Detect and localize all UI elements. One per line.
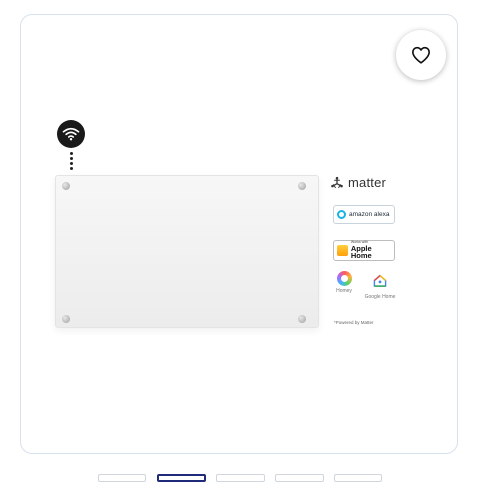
apple-home-label: Apple Home	[350, 243, 372, 261]
thumbnail[interactable]	[334, 474, 382, 482]
homey-label: Homey	[336, 288, 352, 294]
homey-icon	[336, 271, 352, 286]
mounting-bolt	[298, 182, 306, 190]
thumbnail[interactable]	[98, 474, 146, 482]
wifi-icon	[62, 127, 80, 141]
heater-panel-image	[55, 175, 319, 328]
thumbnail-active[interactable]	[157, 474, 206, 482]
alexa-badge: amazon alexa	[333, 205, 395, 224]
wifi-badge	[57, 120, 85, 148]
thumbnail[interactable]	[275, 474, 324, 482]
apple-home-icon	[337, 245, 348, 256]
mounting-bolt	[62, 315, 70, 323]
apple-home-badge: Works with Apple Home	[333, 240, 395, 261]
thumbnail[interactable]	[216, 474, 265, 482]
google-home-label: Google Home	[364, 294, 396, 300]
alexa-icon	[337, 210, 346, 219]
matter-logo: matter	[330, 175, 386, 190]
google-home-badge: Google Home	[360, 274, 400, 300]
wifi-connector-dots	[70, 152, 73, 170]
matter-icon	[331, 176, 343, 188]
mounting-bolt	[62, 182, 70, 190]
homey-badge: Homey	[333, 271, 355, 294]
thumbnail-strip	[0, 474, 480, 482]
powered-by-matter-note: *Powered by Matter	[334, 320, 374, 325]
matter-label: matter	[348, 175, 387, 190]
heart-icon	[412, 46, 430, 64]
alexa-label: amazon alexa	[349, 211, 390, 218]
favorite-button[interactable]	[396, 30, 446, 80]
google-home-icon	[373, 274, 387, 287]
mounting-bolt	[298, 315, 306, 323]
